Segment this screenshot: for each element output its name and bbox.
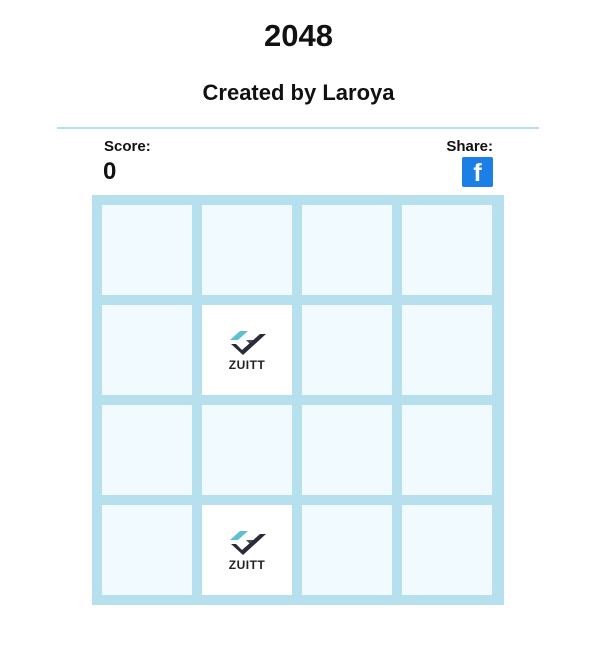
board-cell [102,205,192,295]
game-board: ZUITT ZUITT [92,195,504,605]
zuitt-logo-icon [230,331,266,355]
tile-label: ZUITT [228,558,266,572]
zuitt-logo-icon [230,531,266,555]
board-cell [402,305,492,395]
board-cell [402,405,492,495]
board-cell [402,505,492,595]
board-cell [302,405,392,495]
score-label: Score: [104,138,151,155]
board-cell [302,205,392,295]
board-cell [202,205,292,295]
zuitt-tile: ZUITT [226,528,268,572]
zuitt-tile: ZUITT [226,328,268,372]
board-cell: ZUITT [202,505,292,595]
board-cell [102,505,192,595]
board-cell [102,405,192,495]
board-cell [102,305,192,395]
header-divider [57,127,539,129]
tile-label: ZUITT [228,358,266,372]
board-cell [302,305,392,395]
game-title: 2048 [264,18,333,53]
facebook-share-button[interactable]: f [462,157,493,187]
share-label: Share: [446,138,493,155]
score-value: 0 [103,158,117,185]
board-cell: ZUITT [202,305,292,395]
board-cell [202,405,292,495]
board-cell [402,205,492,295]
facebook-icon: f [473,159,482,187]
board-cell [302,505,392,595]
game-subtitle: Created by Laroya [202,80,395,105]
